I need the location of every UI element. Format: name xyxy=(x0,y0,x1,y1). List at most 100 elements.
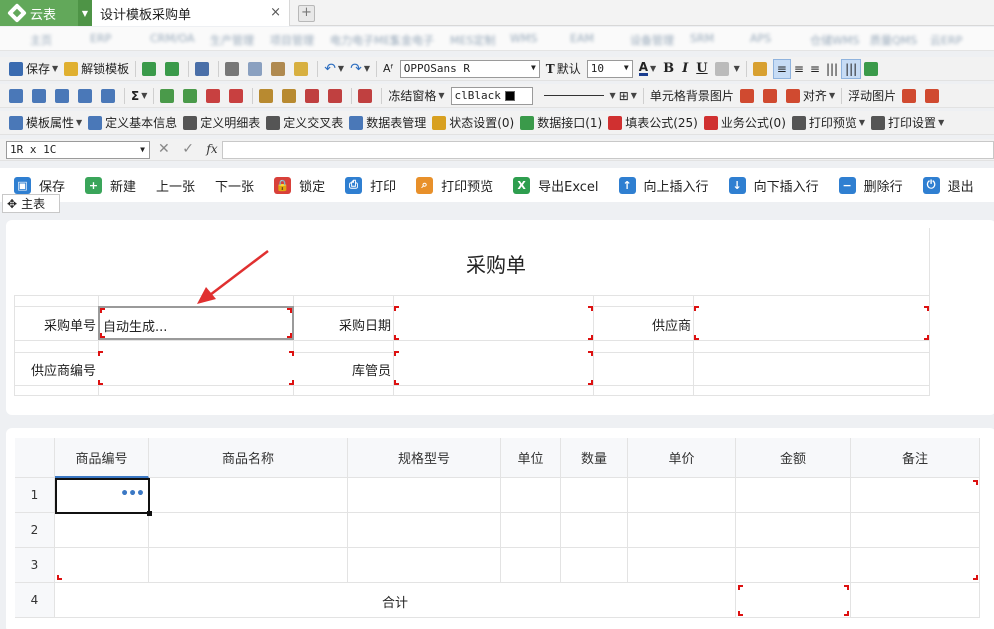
insert-col-button[interactable] xyxy=(180,86,203,106)
status-settings-button[interactable]: 状态设置(0) xyxy=(429,113,517,133)
grid-layout-3-button[interactable] xyxy=(52,86,75,106)
table-cell[interactable] xyxy=(561,513,628,548)
menu-item[interactable]: 电力电子MES xyxy=(330,32,397,48)
table-cell[interactable] xyxy=(149,478,348,513)
table-cell[interactable] xyxy=(149,548,348,583)
grid-layout-1-button[interactable] xyxy=(6,86,29,106)
app-dropdown-icon[interactable]: ▼ xyxy=(78,0,92,26)
next-action-button[interactable]: 下一张 xyxy=(215,176,254,195)
float-image-add-button[interactable] xyxy=(899,86,922,106)
delete-col-button[interactable] xyxy=(226,86,249,106)
column-header[interactable]: 商品名称 xyxy=(149,438,348,478)
menu-item[interactable]: 主页 xyxy=(30,32,52,48)
border-button[interactable]: ⊞ ▼ xyxy=(616,86,640,106)
align-center-button[interactable]: ≡ xyxy=(791,59,807,79)
cut-button[interactable] xyxy=(222,59,245,79)
grid-layout-4-button[interactable] xyxy=(75,86,98,106)
table-cell[interactable] xyxy=(55,548,149,583)
redo-button[interactable]: ↷ ▼ xyxy=(347,59,373,79)
table-cell[interactable] xyxy=(561,478,628,513)
column-header[interactable]: 数量 xyxy=(561,438,628,478)
print-preview-tool-button[interactable]: 打印预览 ▼ xyxy=(789,113,868,133)
total-amount-cell[interactable] xyxy=(736,583,851,618)
exit-design-button[interactable] xyxy=(192,59,215,79)
column-header[interactable]: 商品编号 xyxy=(55,438,149,478)
menu-item[interactable]: 生产管理 xyxy=(210,32,254,48)
default-font-button[interactable]: T 默认 xyxy=(543,59,584,79)
prev-action-button[interactable]: 上一张 xyxy=(156,176,195,195)
business-formula-button[interactable]: 业务公式(0) xyxy=(701,113,789,133)
save-tool-button[interactable]: 保存 ▼ xyxy=(6,59,61,79)
delete-row-button[interactable] xyxy=(203,86,226,106)
print-action-button[interactable]: ⎙ 打印 xyxy=(345,176,396,195)
insert-row-above-action-button[interactable]: ↑ 向上插入行 xyxy=(618,176,709,195)
table-cell[interactable] xyxy=(851,548,980,583)
format-painter-button[interactable] xyxy=(291,59,314,79)
formula-input[interactable] xyxy=(222,141,994,159)
new-action-button[interactable]: + 新建 xyxy=(85,176,136,195)
menu-item[interactable]: EAM xyxy=(570,32,594,45)
menu-item[interactable]: 仓储WMS xyxy=(810,32,859,48)
float-image-button[interactable]: 浮动图片 xyxy=(845,86,899,106)
new-tab-button[interactable]: + xyxy=(298,5,315,22)
close-tab-icon[interactable]: × xyxy=(270,5,281,20)
more-options-icon[interactable]: ••• xyxy=(120,486,145,502)
table-cell[interactable] xyxy=(348,478,501,513)
cancel-formula-icon[interactable]: ✕ xyxy=(158,141,170,157)
menu-item[interactable]: APS xyxy=(750,32,771,45)
menu-item[interactable]: CRM/OA xyxy=(150,32,195,45)
document-tab[interactable]: 设计模板采购单 × xyxy=(92,0,290,26)
column-header[interactable]: 规格型号 xyxy=(348,438,501,478)
menu-item[interactable]: 云ERP xyxy=(930,32,962,48)
unlock-template-button[interactable]: 解锁模板 xyxy=(61,59,132,79)
function-icon[interactable]: fx xyxy=(206,142,217,156)
table-cell[interactable] xyxy=(736,513,851,548)
export-excel-button[interactable] xyxy=(162,59,185,79)
supplier-field[interactable] xyxy=(694,306,929,340)
grid-layout-5-button[interactable] xyxy=(98,86,121,106)
menu-item[interactable]: 设备管理 xyxy=(630,32,674,48)
row-number[interactable]: 1 xyxy=(15,478,55,513)
basic-info-button[interactable]: 定义基本信息 xyxy=(85,113,180,133)
font-color-button[interactable]: A ▼ xyxy=(636,59,659,79)
insert-row-button[interactable] xyxy=(157,86,180,106)
barcode-vertical-button[interactable]: ||| xyxy=(841,58,862,79)
table-cell[interactable] xyxy=(55,513,149,548)
keeper-field[interactable] xyxy=(394,351,593,385)
fill-color-button[interactable]: ▼ xyxy=(712,59,743,79)
align-right-button[interactable]: ≡ xyxy=(807,59,823,79)
data-table-mgmt-button[interactable]: 数据表管理 xyxy=(346,113,429,133)
protect-button[interactable] xyxy=(750,59,773,79)
bg-image-add-button[interactable] xyxy=(737,86,760,106)
table-cell[interactable] xyxy=(348,513,501,548)
table-cell[interactable] xyxy=(149,513,348,548)
save-action-button[interactable]: ▣ 保存 xyxy=(14,176,65,195)
copy-button[interactable] xyxy=(245,59,268,79)
confirm-formula-icon[interactable]: ✓ xyxy=(182,141,194,157)
row-number[interactable]: 4 xyxy=(15,583,55,618)
color-select[interactable]: clBlack xyxy=(450,86,533,105)
table-cell[interactable] xyxy=(628,513,736,548)
print-settings-button[interactable]: 打印设置 ▼ xyxy=(868,113,947,133)
insert-row-below-action-button[interactable]: ↓ 向下插入行 xyxy=(728,176,819,195)
undo-button[interactable]: ↶ ▼ xyxy=(321,59,347,79)
align-button[interactable]: 对齐 ▼ xyxy=(783,86,838,106)
menu-item[interactable]: 五金电子 xyxy=(390,32,434,48)
row-number[interactable]: 2 xyxy=(15,513,55,548)
cell-style-button[interactable] xyxy=(355,86,378,106)
delete-row-action-button[interactable]: − 删除行 xyxy=(838,176,903,195)
row-number[interactable]: 3 xyxy=(15,548,55,583)
table-cell[interactable] xyxy=(501,548,561,583)
split-button[interactable] xyxy=(279,86,302,106)
fill-handle[interactable] xyxy=(147,511,152,516)
menu-item[interactable]: SRM xyxy=(690,32,714,45)
table-cell[interactable] xyxy=(561,548,628,583)
table-cell[interactable] xyxy=(348,548,501,583)
data-interface-button[interactable]: 数据接口(1) xyxy=(517,113,605,133)
import-excel-button[interactable] xyxy=(139,59,162,79)
merge-button[interactable] xyxy=(256,86,279,106)
supplier-code-field[interactable] xyxy=(98,351,294,385)
align-left-button[interactable]: ≡ xyxy=(772,58,791,79)
table-cell[interactable] xyxy=(501,478,561,513)
column-header[interactable]: 单位 xyxy=(501,438,561,478)
